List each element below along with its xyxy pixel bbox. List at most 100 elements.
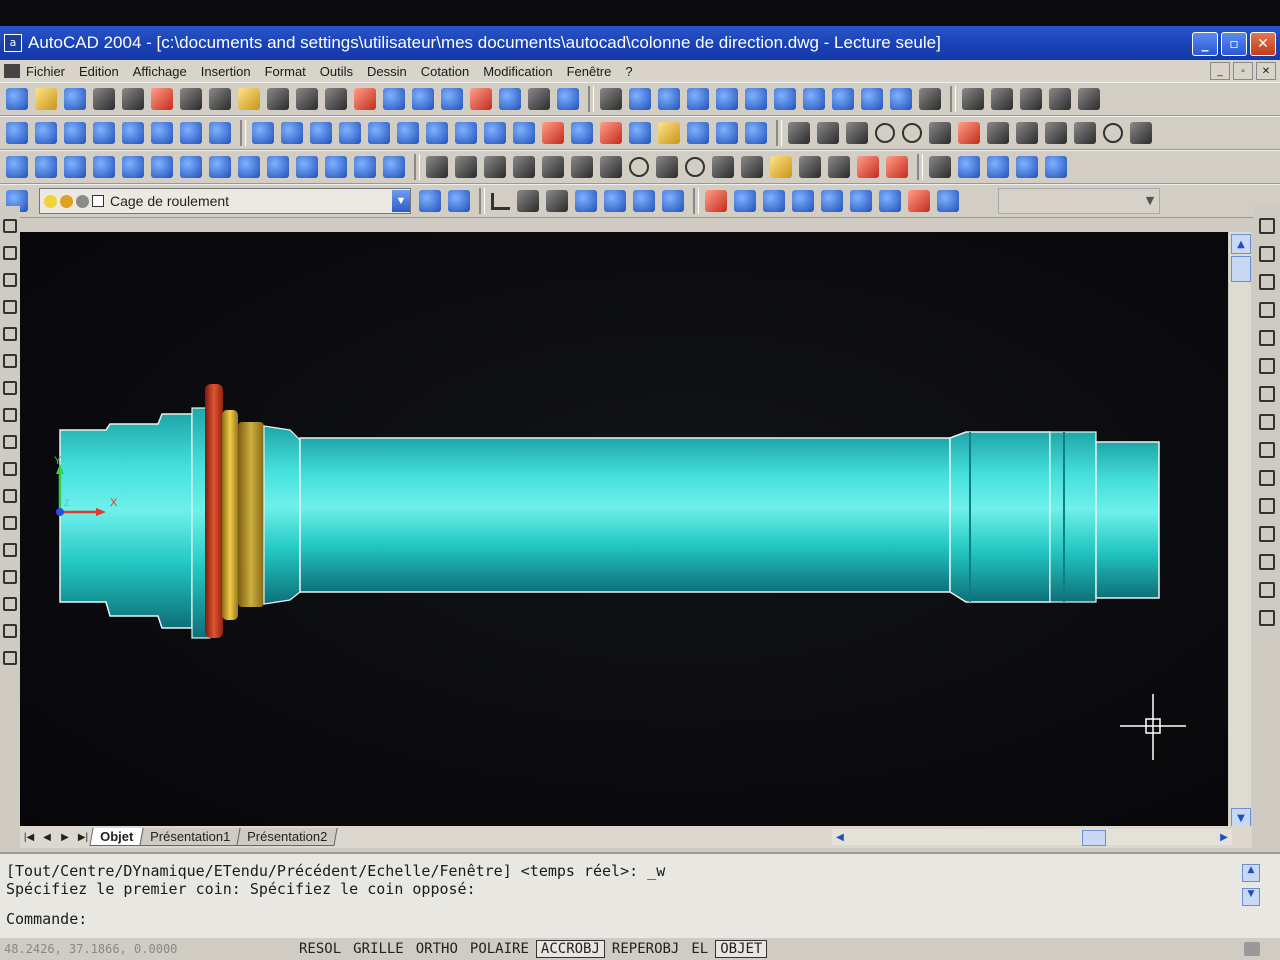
hatch-icon[interactable] — [3, 597, 17, 611]
rotate-icon[interactable] — [1259, 386, 1275, 402]
make-object-layer-current-icon[interactable] — [419, 190, 441, 212]
scroll-down-icon[interactable]: ▼ — [1231, 808, 1251, 828]
diameter-dimension-icon[interactable] — [902, 123, 922, 143]
fillet-icon[interactable] — [1259, 582, 1275, 598]
setup-drawing-icon[interactable] — [325, 156, 347, 178]
cut-icon[interactable] — [180, 88, 202, 110]
angular-dimension-icon[interactable] — [929, 122, 951, 144]
ellipse-arc-icon[interactable] — [3, 489, 17, 503]
separate-icon[interactable] — [687, 122, 709, 144]
setup-profile-icon[interactable] — [383, 156, 405, 178]
properties-icon[interactable] — [470, 88, 492, 110]
interference-icon[interactable] — [296, 156, 318, 178]
ordinate-dimension-icon[interactable] — [846, 122, 868, 144]
tool-palettes-icon[interactable] — [528, 88, 550, 110]
layer-properties-icon[interactable] — [929, 156, 951, 178]
ucs-icon[interactable] — [962, 88, 984, 110]
lineweight-toggle[interactable]: EL — [686, 940, 713, 958]
otrack-toggle[interactable]: REPEROBJ — [607, 940, 684, 958]
zoom-center-icon[interactable] — [93, 122, 115, 144]
dimension-edit-icon[interactable] — [1130, 122, 1152, 144]
autocad-app-icon[interactable]: a — [4, 34, 22, 52]
hidden-icon[interactable] — [546, 190, 568, 212]
menu-dessin[interactable]: Dessin — [367, 64, 407, 79]
design-center-icon[interactable] — [499, 88, 521, 110]
taper-faces-icon[interactable] — [484, 122, 506, 144]
layer-previous-icon[interactable] — [958, 156, 980, 178]
move-faces-icon[interactable] — [368, 122, 390, 144]
copy-edges-icon[interactable] — [571, 122, 593, 144]
circle-icon[interactable] — [3, 381, 17, 395]
se-iso-icon[interactable] — [832, 88, 854, 110]
model-space-viewport[interactable]: X Y Z — [20, 232, 1228, 826]
intersect-icon[interactable] — [310, 122, 332, 144]
view-left-icon[interactable] — [687, 88, 709, 110]
continue-dimension-icon[interactable] — [1016, 122, 1038, 144]
undo-icon[interactable] — [296, 88, 318, 110]
nw-iso-icon[interactable] — [890, 88, 912, 110]
scroll-left-icon[interactable]: ◀ — [832, 829, 848, 845]
command-scrollbar[interactable]: ▲ ▼ — [1242, 864, 1260, 906]
layer-previous-icon[interactable] — [448, 190, 470, 212]
next-tab-button[interactable]: ▶ — [56, 829, 74, 845]
break-icon[interactable] — [1259, 526, 1275, 542]
quick-dimension-icon[interactable] — [958, 122, 980, 144]
slice-icon[interactable] — [238, 156, 260, 178]
view-bottom-icon[interactable] — [658, 88, 680, 110]
cylinder-icon[interactable] — [64, 156, 86, 178]
doc-minimize-button[interactable]: _ — [1210, 62, 1230, 80]
copy-object-icon[interactable] — [1259, 246, 1275, 262]
zoom-window-icon[interactable] — [412, 88, 434, 110]
menu-affichage[interactable]: Affichage — [133, 64, 187, 79]
flat-edges-icon[interactable] — [633, 190, 655, 212]
new-icon[interactable] — [6, 88, 28, 110]
rotate-faces-icon[interactable] — [455, 122, 477, 144]
zoom-dynamic-icon[interactable] — [35, 122, 57, 144]
move-icon[interactable] — [1259, 358, 1275, 374]
none-snap-icon[interactable] — [857, 156, 879, 178]
center-snap-icon[interactable] — [629, 157, 649, 177]
tangent-snap-icon[interactable] — [685, 157, 705, 177]
color-faces-icon[interactable] — [542, 122, 564, 144]
copy-icon[interactable] — [209, 88, 231, 110]
imprint-icon[interactable] — [629, 122, 651, 144]
3d-clip-icon[interactable] — [908, 190, 930, 212]
scene-icon[interactable] — [1045, 156, 1067, 178]
radius-dimension-icon[interactable] — [875, 123, 895, 143]
delete-faces-icon[interactable] — [426, 122, 448, 144]
explode-icon[interactable] — [1259, 610, 1275, 626]
3d-free-orbit-icon[interactable] — [792, 190, 814, 212]
model-toggle[interactable]: OBJET — [715, 940, 768, 958]
offset-faces-icon[interactable] — [397, 122, 419, 144]
zoom-realtime-icon[interactable] — [383, 88, 405, 110]
color-edges-icon[interactable] — [600, 122, 622, 144]
layer-state-icon[interactable] — [987, 156, 1009, 178]
3d-distance-icon[interactable] — [879, 190, 901, 212]
grid-toggle[interactable]: GRILLE — [348, 940, 409, 958]
flat-shaded-icon[interactable] — [575, 190, 597, 212]
torus-icon[interactable] — [151, 156, 173, 178]
menu-cotation[interactable]: Cotation — [421, 64, 469, 79]
gouraud-edges-icon[interactable] — [662, 190, 684, 212]
command-prompt[interactable]: Commande: — [6, 910, 87, 928]
redo-icon[interactable] — [325, 88, 347, 110]
save-icon[interactable] — [64, 88, 86, 110]
parallel-snap-icon[interactable] — [741, 156, 763, 178]
cone-icon[interactable] — [93, 156, 115, 178]
extend-icon[interactable] — [484, 156, 506, 178]
section-icon[interactable] — [267, 156, 289, 178]
extension-snap-icon[interactable] — [600, 156, 622, 178]
camera-icon[interactable] — [919, 88, 941, 110]
horizontal-scrollbar[interactable]: ◀ ▶ — [832, 829, 1232, 846]
scroll-thumb[interactable] — [1231, 256, 1251, 282]
ucs-face-icon[interactable] — [1049, 88, 1071, 110]
chamfer-icon[interactable] — [1259, 554, 1275, 570]
ellipse-icon[interactable] — [3, 462, 17, 476]
gouraud-shaded-icon[interactable] — [604, 190, 626, 212]
sphere-icon[interactable] — [35, 156, 57, 178]
ucs-view-icon[interactable] — [1078, 88, 1100, 110]
revolve-icon[interactable] — [209, 156, 231, 178]
view-icon[interactable] — [600, 88, 622, 110]
tab-presentation1[interactable]: Présentation1 — [139, 828, 242, 846]
insert-snap-icon[interactable] — [770, 156, 792, 178]
